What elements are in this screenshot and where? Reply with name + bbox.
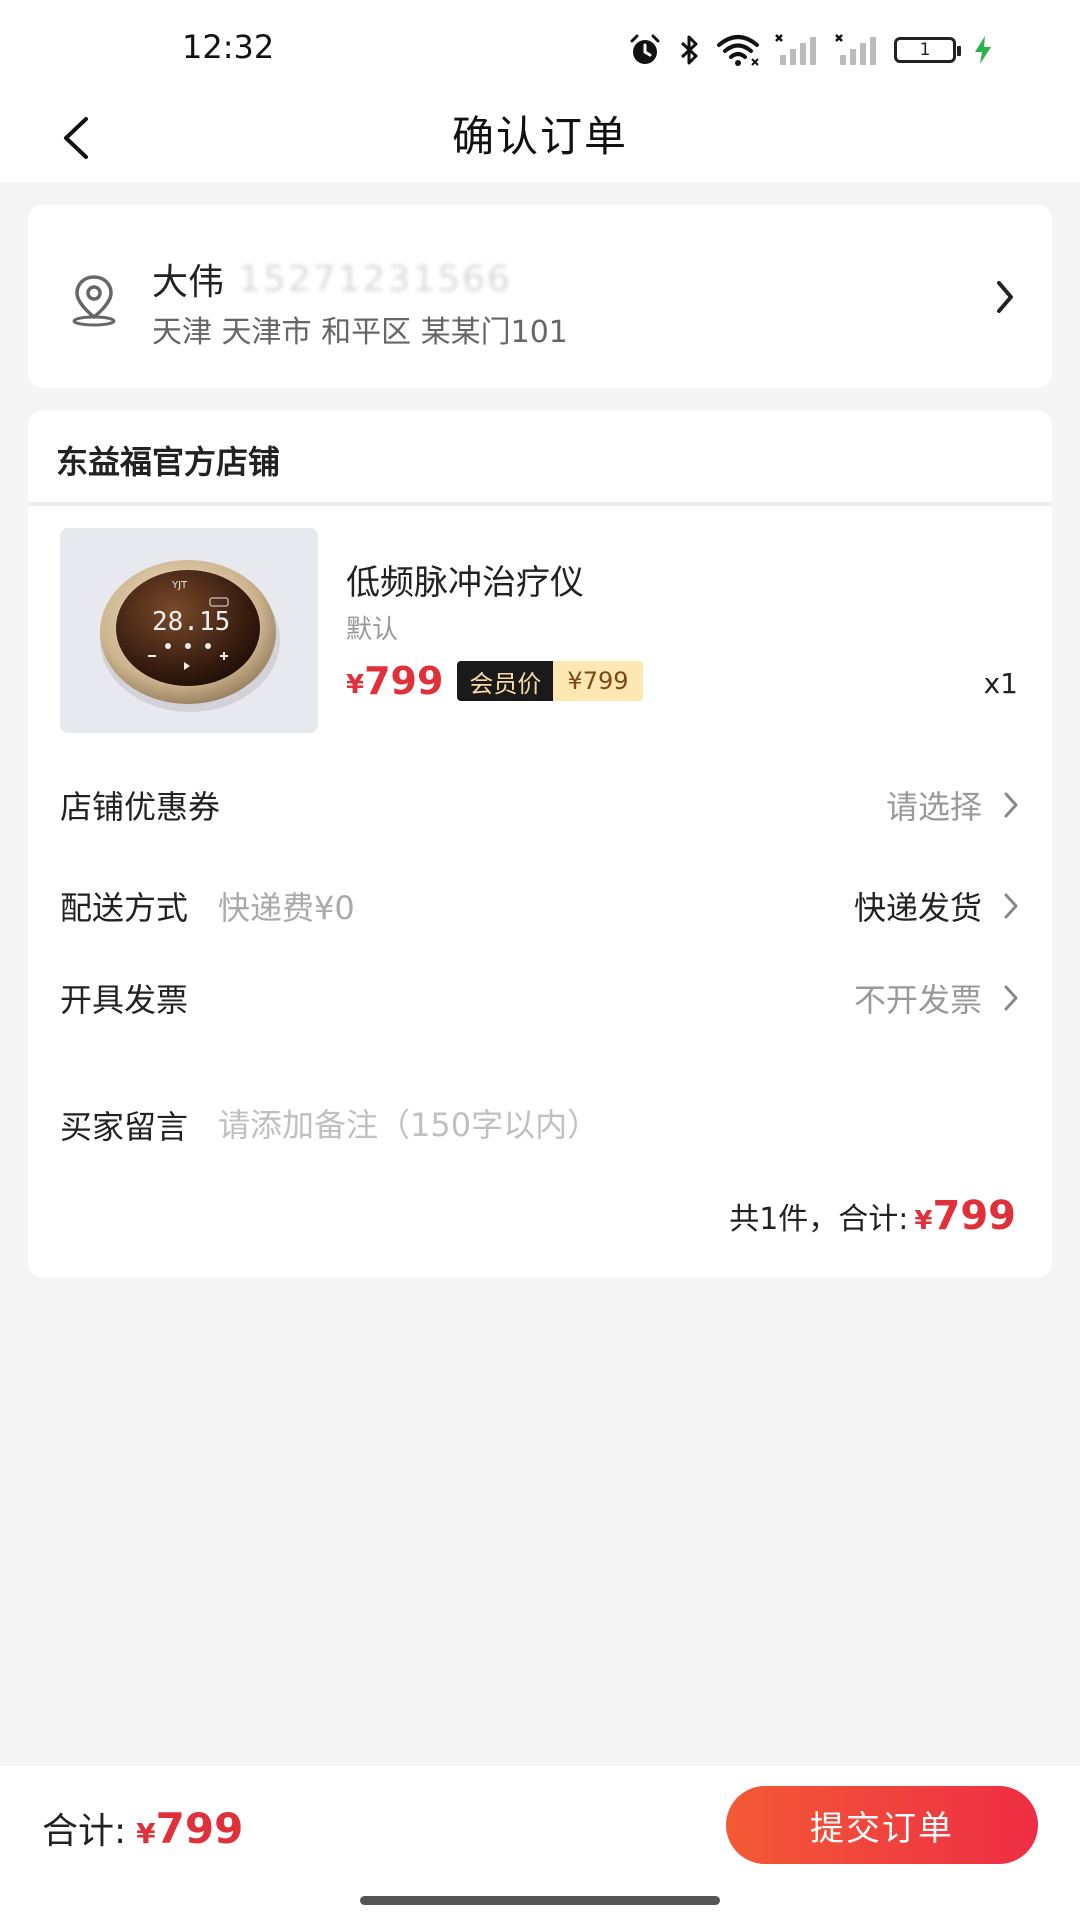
address-contact: 大伟 15271231566 xyxy=(152,253,512,305)
order-summary: 共1件，合计: ¥799 xyxy=(729,1193,1016,1239)
location-pin-icon xyxy=(72,275,116,327)
address-card[interactable]: 大伟 15271231566 天津 天津市 和平区 某某门101 xyxy=(28,205,1052,388)
product-spec: 默认 xyxy=(346,615,399,645)
delivery-value: 快递发货 xyxy=(854,883,1020,929)
alarm-icon xyxy=(630,34,660,64)
product-image[interactable]: YJT 28.15 xyxy=(60,528,318,733)
shop-name: 东益福官方店铺 xyxy=(56,443,281,481)
signal-icon xyxy=(775,34,816,65)
delivery-row[interactable]: 配送方式 快递费¥0 快递发货 xyxy=(60,876,1020,936)
member-label: 会员价 xyxy=(457,661,554,701)
submit-order-button[interactable]: 提交订单 xyxy=(726,1786,1038,1864)
price-symbol: ¥ xyxy=(346,670,365,700)
signal-icon xyxy=(835,34,876,65)
status-bar: 12:32 1 xyxy=(0,0,1080,96)
summary-price-value: 799 xyxy=(932,1193,1017,1239)
address-phone: 15271231566 xyxy=(238,258,512,300)
order-card: 东益福官方店铺 YJT 28.15 低频脉冲治疗仪 默认 ¥ 799 会员价 ¥… xyxy=(28,411,1052,1277)
summary-price-symbol: ¥ xyxy=(914,1206,933,1236)
page-title: 确认订单 xyxy=(451,112,628,161)
member-price-badge: 会员价 ¥799 xyxy=(457,661,643,701)
delivery-value-text: 快递发货 xyxy=(853,889,982,927)
shop-divider xyxy=(28,502,1052,506)
invoice-label: 开具发票 xyxy=(60,981,189,1019)
delivery-label: 配送方式 xyxy=(60,889,189,927)
delivery-fee: 快递费¥0 xyxy=(218,889,355,927)
address-name: 大伟 xyxy=(152,262,225,303)
bottom-bar: 合计: ¥ 799 提交订单 xyxy=(0,1766,1080,1920)
battery-level: 1 xyxy=(919,40,931,60)
product-quantity: x1 xyxy=(983,667,1018,700)
status-icons: 1 xyxy=(628,30,994,70)
address-detail: 天津 天津市 和平区 某某门101 xyxy=(152,315,568,350)
member-price: ¥799 xyxy=(553,661,643,701)
product-price: 799 xyxy=(364,659,444,703)
device-brand: YJT xyxy=(171,580,188,591)
remark-label: 买家留言 xyxy=(60,1108,189,1146)
coupon-value-text: 请选择 xyxy=(885,788,982,826)
remark-row: 买家留言 xyxy=(60,1095,1020,1155)
bottom-price-symbol: ¥ xyxy=(136,1817,156,1850)
charging-icon xyxy=(975,36,991,64)
nav-bar: 确认订单 xyxy=(0,96,1080,182)
invoice-row[interactable]: 开具发票 不开发票 xyxy=(60,968,1020,1028)
product-name: 低频脉冲治疗仪 xyxy=(346,563,584,603)
coupon-row[interactable]: 店铺优惠券 请选择 xyxy=(60,775,1020,835)
chevron-right-icon xyxy=(997,281,1013,313)
price-row: ¥ 799 会员价 ¥799 xyxy=(346,659,643,703)
chevron-right-icon xyxy=(1004,893,1018,919)
status-time: 12:32 xyxy=(182,28,275,66)
wifi-icon xyxy=(717,35,759,66)
coupon-value: 请选择 xyxy=(886,782,1020,828)
summary-text: 共1件，合计: xyxy=(729,1202,909,1237)
home-indicator[interactable] xyxy=(360,1896,720,1905)
bottom-total-label: 合计: xyxy=(42,1811,127,1852)
invoice-value: 不开发票 xyxy=(854,975,1020,1021)
chevron-right-icon xyxy=(1004,985,1018,1011)
remark-input[interactable] xyxy=(218,1106,919,1144)
device-display: 28.15 xyxy=(152,607,230,637)
coupon-label: 店铺优惠券 xyxy=(60,788,221,826)
battery-icon: 1 xyxy=(894,37,961,63)
bluetooth-icon xyxy=(680,35,698,65)
summary-price: ¥799 xyxy=(914,1193,1016,1239)
bottom-price-value: 799 xyxy=(155,1804,244,1853)
chevron-right-icon xyxy=(1004,792,1018,818)
device-illustration: YJT 28.15 xyxy=(100,560,280,712)
invoice-value-text: 不开发票 xyxy=(853,981,982,1019)
bottom-total: 合计: ¥ 799 xyxy=(42,1802,243,1854)
